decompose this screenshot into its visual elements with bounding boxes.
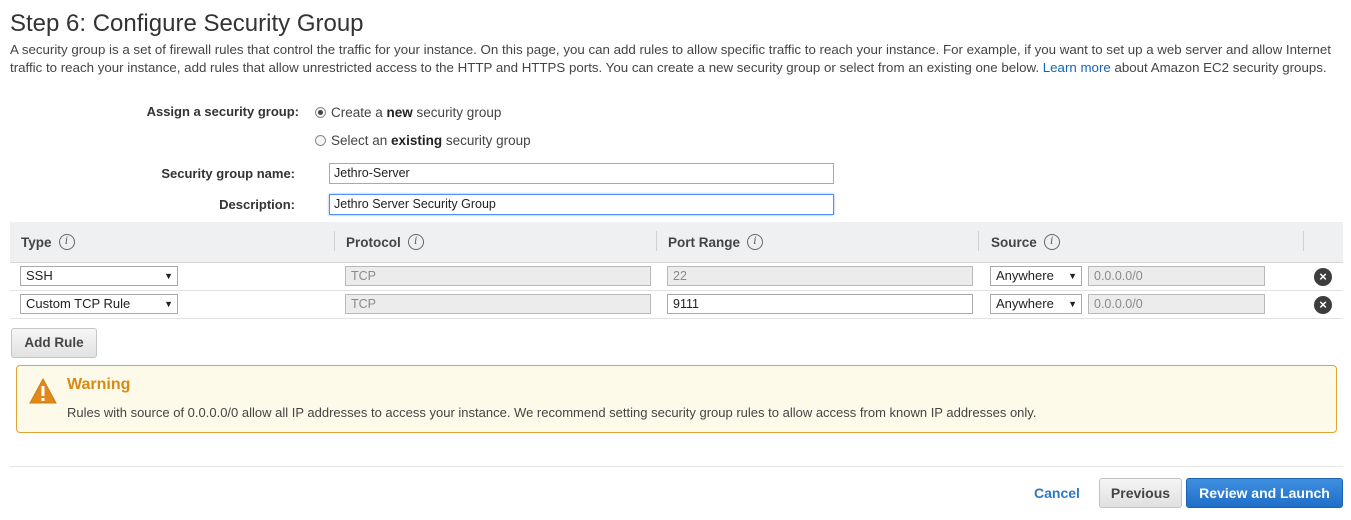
warning-triangle-icon bbox=[29, 378, 57, 404]
warning-box: Warning Rules with source of 0.0.0.0/0 a… bbox=[16, 365, 1337, 433]
description-input[interactable]: Jethro Server Security Group bbox=[329, 194, 834, 215]
column-divider bbox=[978, 231, 979, 251]
dropdown-arrow-icon: ▼ bbox=[1068, 299, 1077, 309]
port-range-field: 22 bbox=[667, 266, 973, 286]
type-select[interactable]: SSH ▼ bbox=[20, 266, 178, 286]
column-port-range: Port Range i bbox=[668, 234, 764, 250]
radio-button-selected[interactable] bbox=[315, 107, 326, 118]
footer-divider bbox=[10, 466, 1343, 467]
radio-select-existing-label: Select an existing security group bbox=[331, 133, 531, 148]
group-name-input[interactable]: Jethro-Server bbox=[329, 163, 834, 184]
radio-button[interactable] bbox=[315, 135, 326, 146]
add-rule-button[interactable]: Add Rule bbox=[11, 328, 97, 358]
cancel-button[interactable]: Cancel bbox=[1034, 485, 1080, 501]
assign-group-label: Assign a security group: bbox=[146, 104, 299, 119]
rules-table-header: Type i Protocol i Port Range i Source i bbox=[10, 222, 1343, 263]
info-icon[interactable]: i bbox=[407, 234, 424, 250]
column-type: Type i bbox=[21, 234, 75, 250]
table-row: Custom TCP Rule ▼ TCP 9111 Anywhere ▼ 0.0.… bbox=[10, 290, 1343, 319]
radio-select-existing[interactable]: Select an existing security group bbox=[315, 133, 531, 148]
previous-button[interactable]: Previous bbox=[1099, 478, 1182, 508]
type-select[interactable]: Custom TCP Rule ▼ bbox=[20, 294, 178, 314]
source-select[interactable]: Anywhere ▼ bbox=[990, 266, 1082, 286]
source-cidr-field: 0.0.0.0/0 bbox=[1088, 266, 1265, 286]
radio-create-new-label: Create a new security group bbox=[331, 105, 502, 120]
dropdown-arrow-icon: ▼ bbox=[164, 299, 173, 309]
page-title: Step 6: Configure Security Group bbox=[10, 10, 364, 37]
intro-tail: about Amazon EC2 security groups. bbox=[1110, 60, 1327, 75]
source-cidr-field: 0.0.0.0/0 bbox=[1088, 294, 1265, 314]
column-protocol: Protocol i bbox=[346, 234, 424, 250]
source-select[interactable]: Anywhere ▼ bbox=[990, 294, 1082, 314]
learn-more-link[interactable]: Learn more bbox=[1043, 60, 1111, 75]
dropdown-arrow-icon: ▼ bbox=[1068, 271, 1077, 281]
table-row: SSH ▼ TCP 22 Anywhere ▼ 0.0.0.0/0 × bbox=[10, 262, 1343, 291]
dropdown-arrow-icon: ▼ bbox=[164, 271, 173, 281]
radio-create-new[interactable]: Create a new security group bbox=[315, 105, 501, 120]
info-icon[interactable]: i bbox=[58, 234, 75, 250]
group-name-label: Security group name: bbox=[161, 166, 295, 181]
warning-title: Warning bbox=[67, 376, 131, 393]
protocol-field: TCP bbox=[345, 294, 651, 314]
remove-icon[interactable]: × bbox=[1314, 296, 1332, 314]
review-and-launch-button[interactable]: Review and Launch bbox=[1186, 478, 1343, 508]
column-divider bbox=[334, 231, 335, 251]
column-divider bbox=[656, 231, 657, 251]
column-source: Source i bbox=[991, 234, 1060, 250]
info-icon[interactable]: i bbox=[747, 234, 764, 250]
intro-paragraph: A security group is a set of firewall ru… bbox=[10, 41, 1348, 77]
description-label: Description: bbox=[219, 197, 295, 212]
column-divider bbox=[1303, 231, 1304, 251]
warning-text: Rules with source of 0.0.0.0/0 allow all… bbox=[67, 405, 1037, 420]
port-range-input[interactable]: 9111 bbox=[667, 294, 973, 314]
remove-icon[interactable]: × bbox=[1314, 268, 1332, 286]
info-icon[interactable]: i bbox=[1043, 234, 1060, 250]
protocol-field: TCP bbox=[345, 266, 651, 286]
